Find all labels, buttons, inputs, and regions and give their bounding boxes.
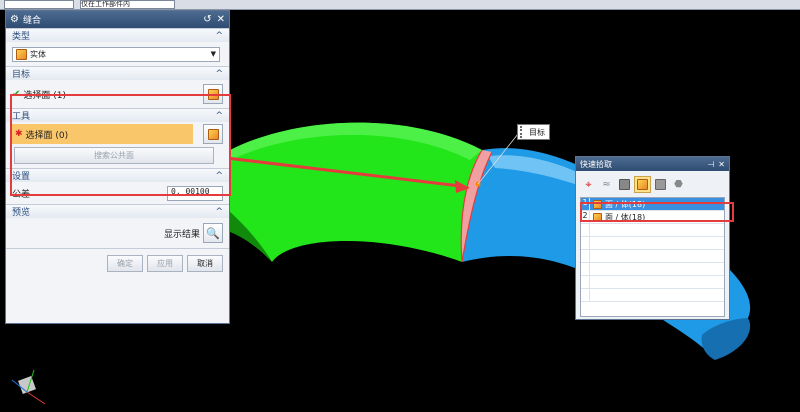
reset-icon[interactable]: ↺: [203, 14, 211, 25]
target-group-header[interactable]: 目标 ^: [6, 66, 229, 80]
search-icon: 🔍: [206, 226, 220, 240]
pick-all-icon[interactable]: ⌖: [580, 176, 597, 193]
list-item-empty: [581, 250, 724, 263]
preview-group-header[interactable]: 预览 ^: [6, 204, 229, 218]
filter-combo[interactable]: [4, 0, 74, 9]
scope-combo[interactable]: 仅在工作部件内: [80, 0, 175, 9]
chevron-down-icon: ▼: [210, 50, 216, 58]
show-result-button[interactable]: 🔍: [203, 223, 223, 243]
axes-triad-icon: [11, 369, 46, 405]
type-group-header[interactable]: 类型 ^: [6, 28, 229, 42]
callout-label: 目标: [517, 124, 550, 140]
pick-title-bar: 快速拾取 ⊣ ✕: [576, 157, 729, 171]
close-icon[interactable]: ✕: [217, 14, 225, 25]
dialog-title-bar: ⚙ 缝合 ↺ ✕: [6, 11, 229, 28]
pick-edge-icon[interactable]: ≈: [598, 176, 615, 193]
pick-filter-toolbar: ⌖ ≈ ⬣: [576, 171, 729, 195]
pin-icon[interactable]: ⊣: [707, 160, 714, 169]
ok-button[interactable]: 确定: [107, 255, 143, 272]
cancel-button[interactable]: 取消: [187, 255, 223, 272]
collapse-icon: ^: [215, 30, 223, 41]
pick-body-icon[interactable]: [652, 176, 669, 193]
top-toolbar: 仅在工作部件内: [0, 0, 800, 10]
pick-face-body-icon[interactable]: [634, 176, 651, 193]
list-item-empty: [581, 276, 724, 289]
collapse-icon: ^: [215, 206, 223, 217]
apply-button[interactable]: 应用: [147, 255, 183, 272]
annotation-box-target-tool: [10, 94, 231, 196]
pick-feature-icon[interactable]: [616, 176, 633, 193]
type-select[interactable]: 实体 ▼: [12, 46, 220, 62]
pick-component-icon[interactable]: ⬣: [670, 176, 687, 193]
list-item-empty: [581, 224, 724, 237]
solid-icon: [16, 48, 27, 60]
collapse-icon: ^: [215, 68, 223, 79]
dialog-title: 缝合: [22, 16, 41, 26]
show-result-label: 显示结果: [163, 229, 200, 240]
list-item-empty: [581, 289, 724, 302]
list-item-empty: [581, 263, 724, 276]
annotation-box-pick-row: [580, 202, 734, 222]
quick-pick-dialog: 快速拾取 ⊣ ✕ ⌖ ≈ ⬣ 1 面 / 体(18) 2 面 / 体(18): [575, 156, 730, 320]
list-item-empty: [581, 237, 724, 250]
gear-icon: ⚙: [10, 14, 19, 25]
close-icon[interactable]: ✕: [718, 160, 725, 169]
